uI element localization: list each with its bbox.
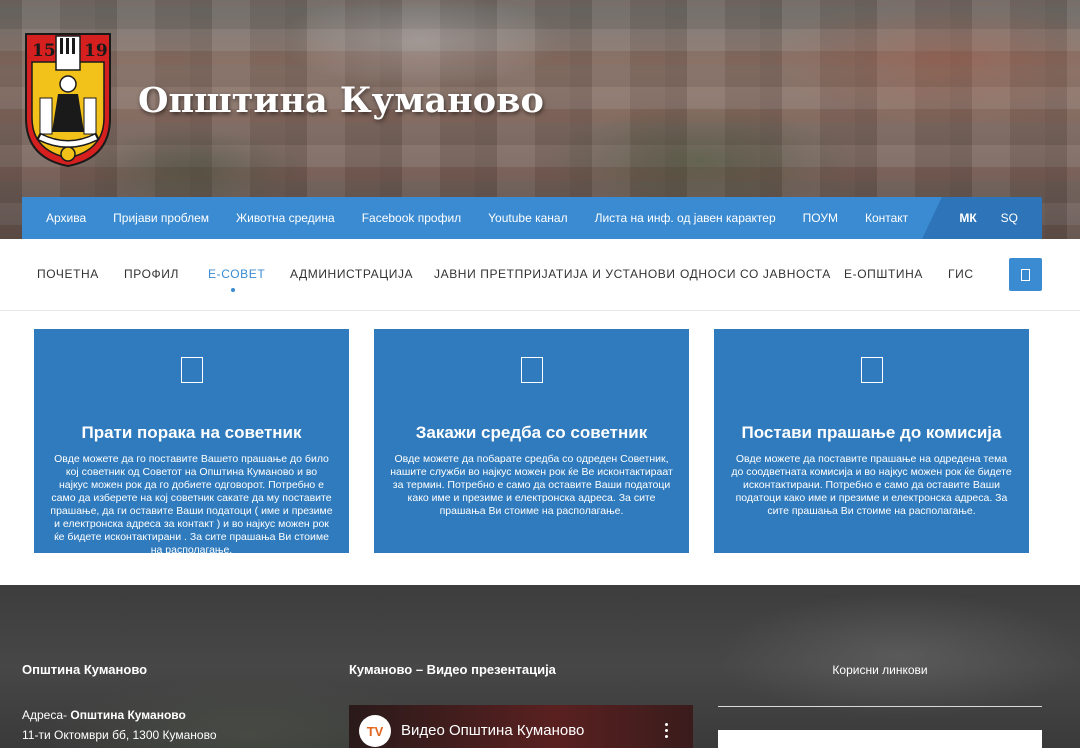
coat-of-arms-logo[interactable]: 15 19 [22,32,114,168]
language-sq[interactable]: SQ [1001,211,1018,225]
footer-useful-links-title: Корисни линкови [832,663,928,677]
toplink-public-info-list[interactable]: Листа на инф. од јавен карактер [595,211,776,225]
top-links-bar: Архива Пријави проблем Животна средина F… [22,197,1042,239]
footer-video-title: Куманово – Видео презентација [349,662,556,677]
card-description: Овде можете да побарате средба со одреде… [390,453,673,517]
video-title[interactable]: Видео Општина Куманово [401,722,584,739]
address-name: Општина Куманово [70,708,186,722]
toplink-environment[interactable]: Животна средина [236,211,335,225]
toplink-archive[interactable]: Архива [46,211,86,225]
nav-e-council[interactable]: Е-СОВЕТ [208,267,265,281]
nav-e-municipality[interactable]: Е-ОПШТИНА [844,267,923,281]
search-icon [1021,268,1030,281]
card-title: Закажи средба со советник [415,423,648,442]
footer-address: Адреса- Општина Куманово [22,708,186,722]
footer: Општина Куманово Адреса- Општина Куманов… [0,585,1080,748]
toplink-report-problem[interactable]: Пријави проблем [113,211,209,225]
footer-address-street: 11-ти Октомври бб, 1300 Куманово [22,728,217,742]
language-switcher: МК SQ [922,197,1042,239]
footer-municipality-title: Општина Куманово [22,662,148,677]
more-options-icon[interactable] [665,723,669,739]
card-ask-commission[interactable]: Постави прашање до комисија Овде можете … [714,329,1029,553]
card-title: Прати порака на советник [81,423,302,442]
video-player[interactable]: TV Видео Општина Куманово [349,705,693,748]
card-schedule-meeting[interactable]: Закажи средба со советник Овде можете да… [374,329,689,553]
useful-links-box[interactable] [718,730,1042,748]
card-description: Овде можете да го поставите Вашето праша… [50,453,333,556]
language-mk[interactable]: МК [959,211,976,225]
search-button[interactable] [1009,258,1042,291]
channel-logo: TV [359,715,391,747]
site-title[interactable]: Општина Куманово [138,80,544,121]
nav-gis[interactable]: ГИС [948,267,974,281]
toplink-youtube[interactable]: Youtube канал [488,211,567,225]
calendar-icon [520,357,543,383]
toplink-facebook[interactable]: Facebook профил [362,211,461,225]
card-send-message[interactable]: Прати порака на советник Овде можете да … [34,329,349,556]
card-description: Овде можете да поставите прашање на одре… [731,453,1012,517]
svg-text:19: 19 [84,41,108,61]
address-label: Адреса- [22,708,68,722]
toplink-contact[interactable]: Контакт [865,211,908,225]
toplink-poum[interactable]: ПОУМ [803,211,838,225]
nav-public-enterprises[interactable]: ЈАВНИ ПРЕТПРИЈАТИЈА И УСТАНОВИ [434,267,676,281]
active-nav-indicator [231,288,235,292]
card-title: Постави прашање до комисија [741,423,1002,442]
footer-divider [718,706,1042,707]
nav-public-relations[interactable]: ОДНОСИ СО ЈАВНОСТА [680,267,831,281]
nav-profile[interactable]: ПРОФИЛ [124,267,179,281]
message-icon [180,357,203,383]
nav-home[interactable]: ПОЧЕТНА [37,267,99,281]
svg-text:15: 15 [32,41,56,61]
main-navigation: ПОЧЕТНА ПРОФИЛ Е-СОВЕТ АДМИНИСТРАЦИЈА ЈА… [0,239,1080,311]
nav-administration[interactable]: АДМИНИСТРАЦИЈА [290,267,413,281]
question-icon [860,357,883,383]
